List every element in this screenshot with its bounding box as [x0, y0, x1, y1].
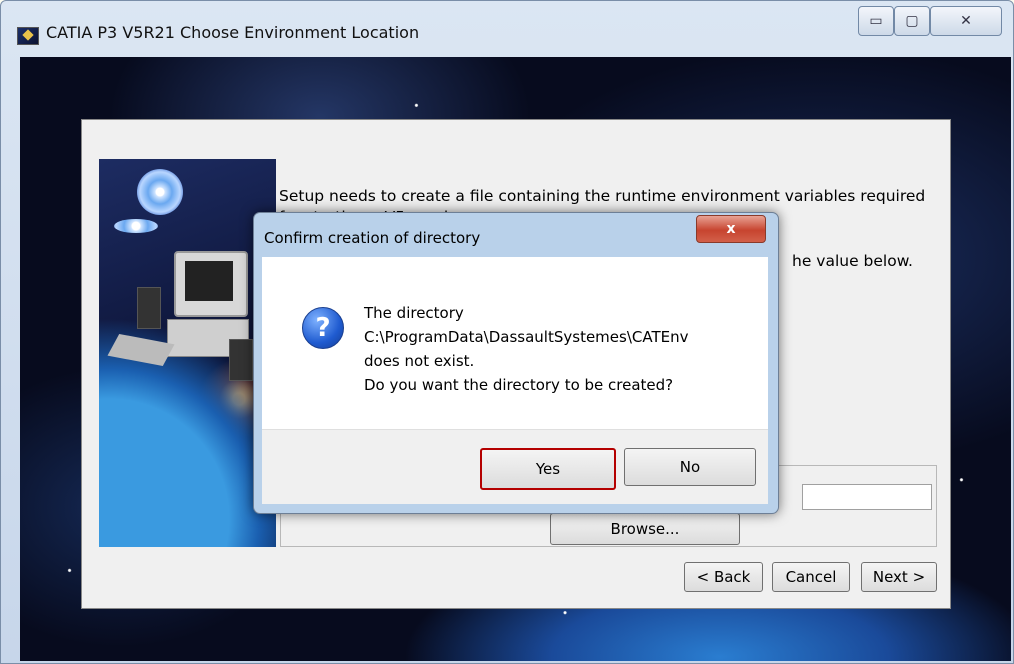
dialog-close-button[interactable]: x	[696, 215, 766, 243]
dialog-title: Confirm creation of directory	[264, 229, 481, 247]
environment-path-input[interactable]	[802, 484, 932, 510]
cd-disc-icon	[114, 219, 158, 233]
computer-monitor-icon	[174, 251, 248, 317]
yes-button[interactable]: Yes	[480, 448, 616, 490]
catia-app-icon	[17, 27, 39, 45]
maximize-icon: ▢	[905, 13, 919, 29]
speaker-icon	[229, 339, 253, 381]
window-title: CATIA P3 V5R21 Choose Environment Locati…	[46, 23, 420, 42]
setup-instruction: he value below.	[792, 252, 913, 270]
message-question: Do you want the directory to be created?	[364, 376, 674, 394]
dialog-body: ? The directory C:\ProgramData\DassaultS…	[262, 257, 768, 429]
speaker-icon	[137, 287, 161, 329]
title-bar: CATIA P3 V5R21 Choose Environment Locati…	[1, 1, 1013, 57]
browse-button[interactable]: Browse...	[550, 513, 740, 545]
maximize-button[interactable]: ▢	[894, 6, 930, 36]
question-icon: ?	[302, 307, 344, 349]
cancel-button[interactable]: Cancel	[772, 562, 850, 592]
cd-disc-icon	[137, 169, 183, 215]
keyboard-icon	[107, 333, 175, 367]
next-button[interactable]: Next >	[861, 562, 937, 592]
close-button[interactable]: ✕	[930, 6, 1002, 36]
back-button[interactable]: < Back	[684, 562, 763, 592]
no-button[interactable]: No	[624, 448, 756, 486]
dialog-button-bar: Yes No	[262, 429, 768, 504]
message-line: The directory	[364, 304, 464, 322]
minimize-button[interactable]: ▭	[858, 6, 894, 36]
confirm-directory-dialog: Confirm creation of directory x ? The di…	[253, 212, 779, 514]
close-icon: x	[726, 221, 736, 237]
message-path: C:\ProgramData\DassaultSystemes\CATEnv	[364, 328, 689, 346]
dialog-message: The directory C:\ProgramData\DassaultSys…	[364, 301, 689, 397]
setup-side-image	[99, 159, 276, 547]
message-line: does not exist.	[364, 352, 475, 370]
close-icon: ✕	[960, 13, 972, 29]
minimize-icon: ▭	[869, 13, 883, 29]
